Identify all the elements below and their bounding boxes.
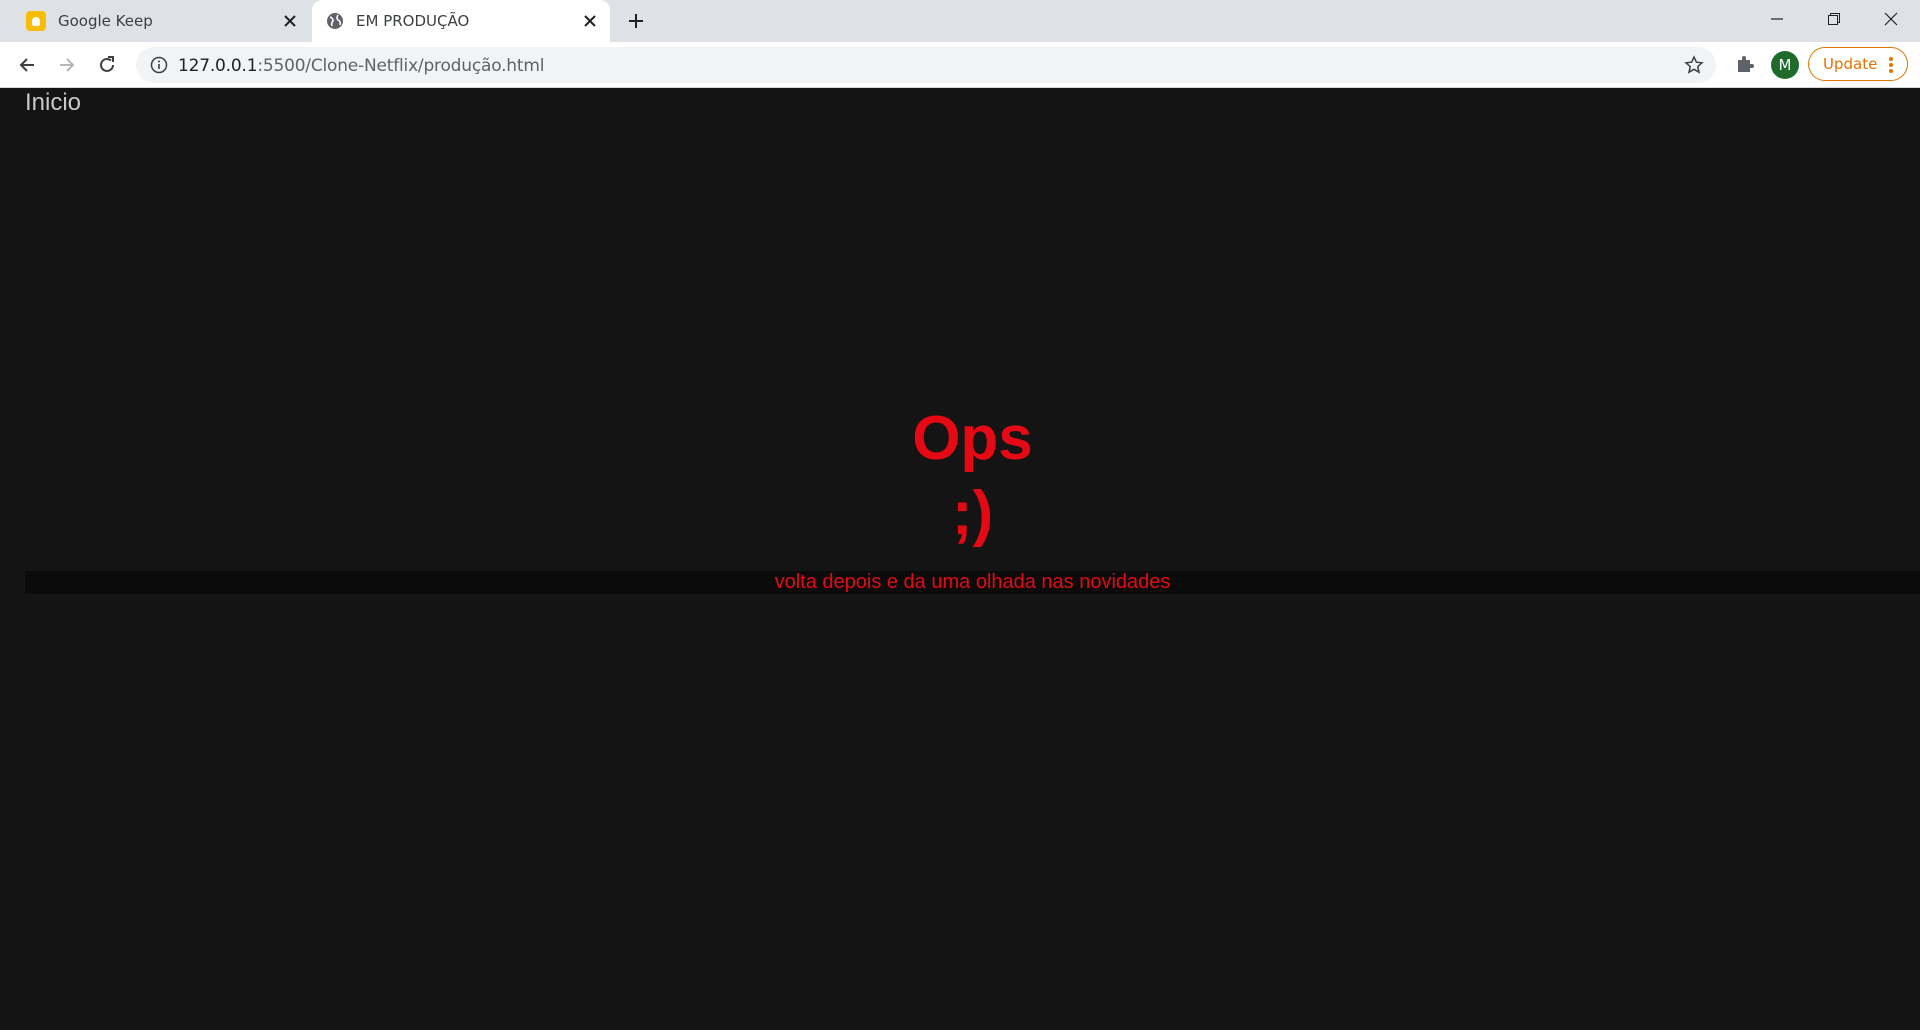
- tab-em-producao[interactable]: EM PRODUÇÃO: [312, 0, 610, 42]
- url-host: 127.0.0.1: [178, 56, 258, 76]
- tab-title: EM PRODUÇÃO: [356, 12, 470, 30]
- menu-dots-icon: [1889, 57, 1893, 73]
- forward-button[interactable]: [53, 51, 81, 79]
- page-heading: Ops: [912, 404, 1033, 473]
- reload-icon: [100, 56, 114, 72]
- bookmark-star-icon[interactable]: [1684, 55, 1704, 75]
- tab-title: Google Keep: [58, 12, 153, 30]
- restore-button[interactable]: [1805, 0, 1863, 38]
- info-icon[interactable]: [150, 56, 168, 74]
- arrow-right-icon: [60, 58, 75, 72]
- url-path: :5500/Clone-Netflix/produção.html: [257, 56, 545, 76]
- update-label: Update: [1823, 55, 1878, 73]
- close-tab-icon[interactable]: [580, 11, 600, 31]
- url-text: 127.0.0.1:5500/Clone-Netflix/produção.ht…: [178, 56, 544, 76]
- google-keep-icon: [26, 11, 46, 31]
- tab-google-keep[interactable]: Google Keep: [10, 0, 310, 42]
- page-subheading: ;): [951, 479, 994, 548]
- reload-button[interactable]: [93, 51, 121, 79]
- address-bar[interactable]: 127.0.0.1:5500/Clone-Netflix/produção.ht…: [136, 47, 1716, 83]
- profile-avatar[interactable]: M: [1771, 51, 1799, 79]
- update-button[interactable]: Update: [1808, 47, 1908, 81]
- minimize-button[interactable]: [1748, 0, 1806, 38]
- page-body: Inicio Ops ;) volta depois e da uma olha…: [0, 89, 1920, 1030]
- close-window-button[interactable]: [1862, 0, 1920, 38]
- plus-icon: [629, 14, 643, 28]
- arrow-left-icon: [19, 58, 34, 72]
- restore-icon: [1828, 13, 1840, 25]
- message-text: volta depois e da uma olhada nas novidad…: [774, 571, 1171, 593]
- minimize-icon: [1771, 18, 1783, 20]
- close-tab-icon[interactable]: [280, 11, 300, 31]
- close-icon: [1884, 12, 1898, 26]
- back-button[interactable]: [13, 51, 41, 79]
- home-link[interactable]: Inicio: [25, 89, 81, 117]
- extensions-puzzle-icon[interactable]: [1734, 53, 1756, 75]
- browser-toolbar: 127.0.0.1:5500/Clone-Netflix/produção.ht…: [0, 42, 1920, 88]
- new-tab-button[interactable]: [624, 9, 648, 33]
- globe-icon: [327, 13, 343, 29]
- tab-strip: Google Keep EM PRODUÇÃO: [0, 0, 1920, 42]
